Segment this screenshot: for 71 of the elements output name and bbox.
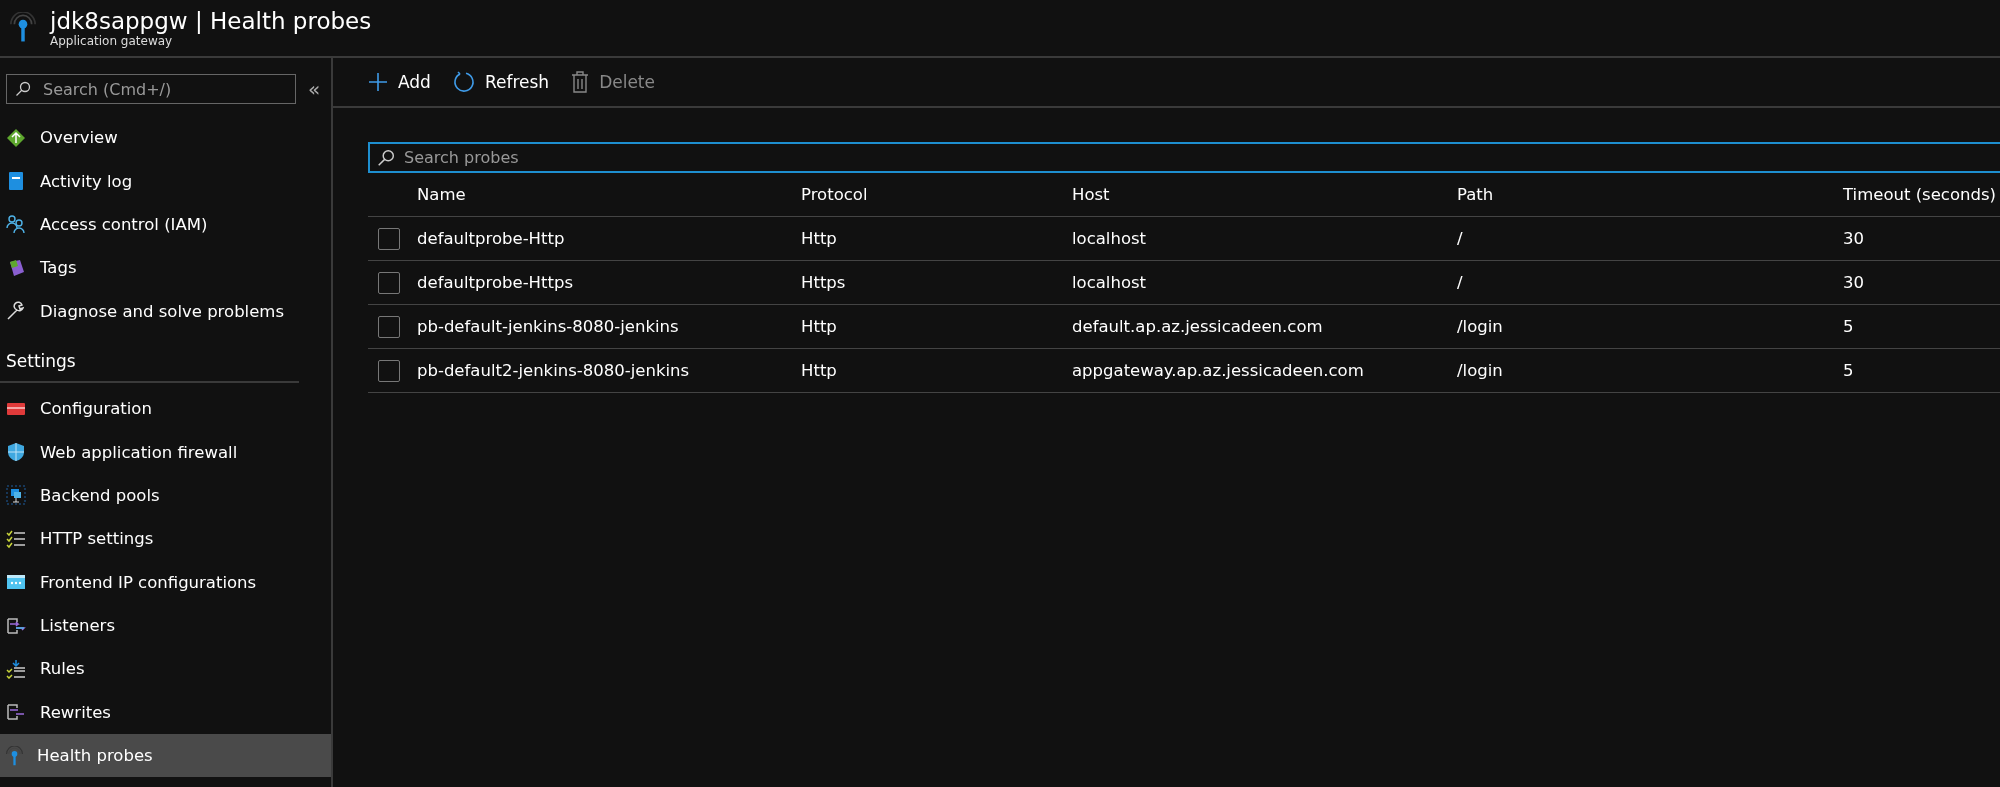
- table-cell: pb-default2-jenkins-8080-jenkins: [417, 361, 690, 380]
- sidebar-item[interactable]: Configuration: [0, 386, 331, 431]
- column-header: Timeout (seconds): [1843, 185, 1996, 204]
- column-header: Name: [417, 185, 466, 204]
- table-cell: /: [1457, 229, 1463, 248]
- sidebar-item[interactable]: Rewrites: [0, 690, 331, 735]
- search-icon: [377, 148, 395, 167]
- table-cell: /: [1457, 273, 1463, 292]
- sidebar-item[interactable]: Access control (IAM): [0, 202, 331, 247]
- table-cell: /login: [1457, 317, 1503, 336]
- sidebar-item[interactable]: Web application firewall: [0, 430, 331, 474]
- shield-icon: [7, 442, 25, 462]
- row-checkbox[interactable]: [378, 359, 400, 382]
- sidebar-item[interactable]: Overview: [0, 116, 331, 160]
- table-cell: appgateway.ap.az.jessicadeen.com: [1072, 361, 1364, 380]
- search-field[interactable]: Search (Cmd+/): [6, 74, 296, 104]
- row-checkbox[interactable]: [378, 315, 400, 338]
- checklist-icon: [6, 530, 26, 548]
- trash-icon: [571, 71, 590, 93]
- table-cell: localhost: [1072, 229, 1147, 248]
- table-cell: defaultprobe-Http: [417, 229, 565, 248]
- table-cell: pb-default-jenkins-8080-jenkins: [417, 317, 679, 336]
- table-cell: /login: [1457, 361, 1503, 380]
- table-cell: Http: [801, 229, 837, 248]
- table-cell: 30: [1843, 229, 1864, 248]
- wrench-icon: [7, 301, 24, 320]
- sidebar-item[interactable]: Tags: [0, 246, 331, 290]
- table-cell: default.ap.az.jessicadeen.com: [1072, 317, 1323, 336]
- table-cell: localhost: [1072, 273, 1147, 292]
- table-cell: defaultprobe-Https: [417, 273, 574, 292]
- section-heading: Settings: [0, 332, 299, 383]
- row-checkbox[interactable]: [378, 227, 400, 250]
- column-header: Path: [1457, 185, 1494, 204]
- row-checkbox[interactable]: [378, 271, 400, 294]
- page-title: jdk8sappgw | Health probes: [50, 8, 372, 34]
- sidebar-item[interactable]: Frontend IP configurations: [0, 560, 331, 604]
- book-icon: [9, 172, 23, 191]
- table-cell: Https: [801, 273, 846, 292]
- window-icon: [7, 575, 25, 590]
- collapse-button[interactable]: «: [304, 77, 325, 101]
- sidebar-item[interactable]: HTTP settings: [0, 517, 331, 561]
- table-cell: 30: [1843, 273, 1864, 292]
- sidebar-item[interactable]: Activity log: [0, 159, 331, 203]
- column-header: Protocol: [801, 185, 868, 204]
- plus-icon: [368, 72, 388, 92]
- antenna-icon: [6, 745, 23, 766]
- monitor-icon: [6, 485, 26, 505]
- table-cell: Http: [801, 361, 837, 380]
- table-cell: 5: [1843, 361, 1854, 380]
- people-icon: [6, 215, 25, 235]
- antenna-icon: [10, 12, 36, 44]
- sidebar-item[interactable]: Health probes: [0, 734, 331, 778]
- sidebar-item[interactable]: Rules: [0, 647, 331, 691]
- refresh-icon: [452, 71, 475, 93]
- arrows-icon: [7, 704, 25, 721]
- sidebar-item[interactable]: Listeners: [0, 603, 331, 648]
- column-header: Host: [1072, 185, 1110, 204]
- diamond-icon: [7, 128, 25, 147]
- rules-icon: [6, 659, 26, 679]
- toolbar-button[interactable]: Refresh: [452, 71, 550, 93]
- search-field[interactable]: Search probes: [368, 142, 2000, 173]
- arrows-icon: [7, 617, 26, 634]
- sidebar-item[interactable]: Backend pools: [0, 473, 331, 518]
- sidebar-item[interactable]: Diagnose and solve problems: [0, 289, 331, 333]
- config-icon: [7, 402, 25, 415]
- table-cell: Http: [801, 317, 837, 336]
- page-subtitle: Application gateway: [50, 34, 173, 48]
- tag-icon: [10, 259, 24, 276]
- table-cell: 5: [1843, 317, 1854, 336]
- toolbar-button[interactable]: Add: [368, 72, 431, 92]
- search-icon: [15, 81, 31, 97]
